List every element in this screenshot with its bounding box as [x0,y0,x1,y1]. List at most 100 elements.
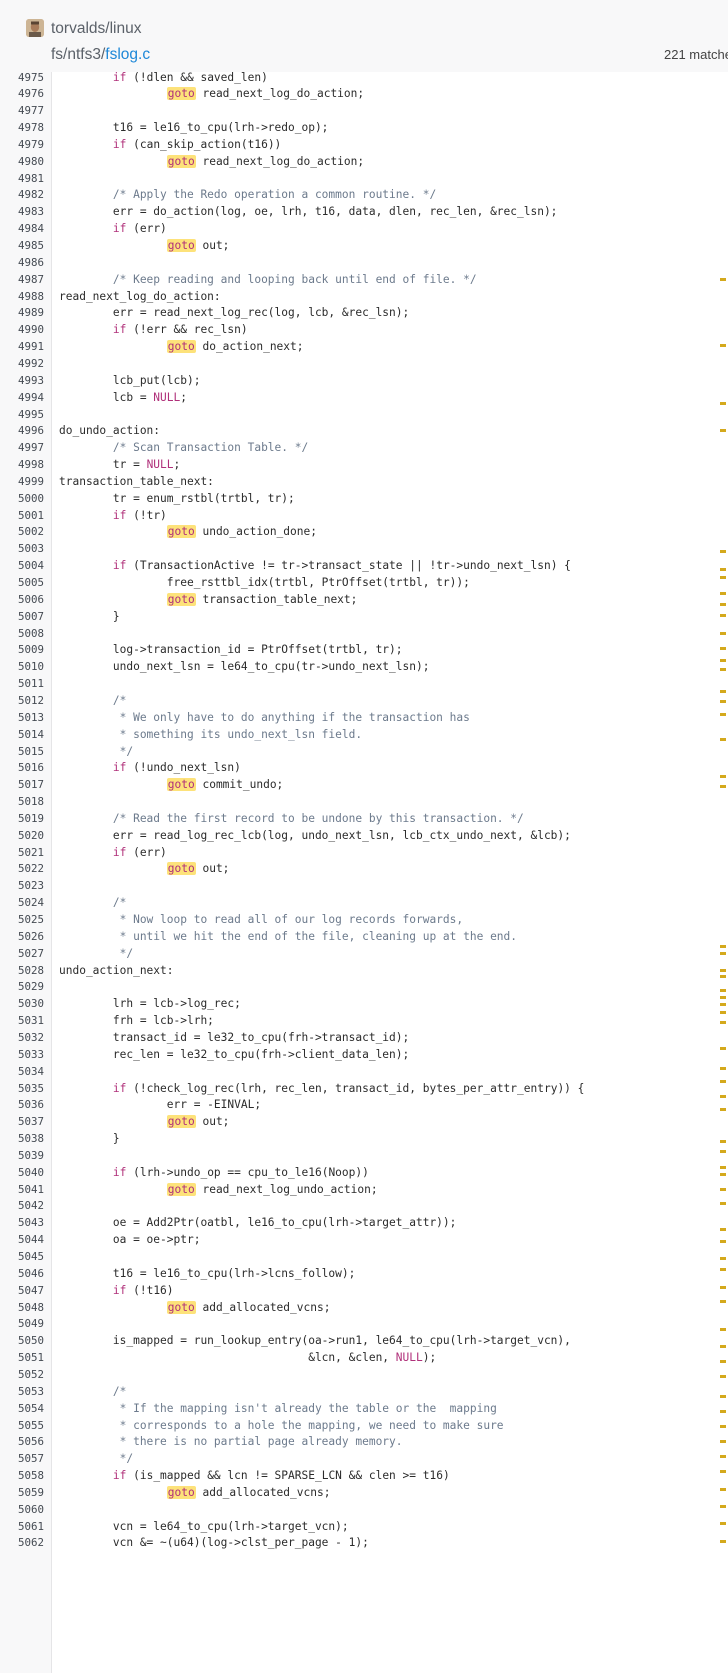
match-marker[interactable] [720,775,726,778]
line-number[interactable]: 5062 [0,1534,44,1552]
match-marker[interactable] [720,1257,726,1260]
line-number[interactable]: 5048 [0,1299,44,1317]
line-number[interactable]: 4979 [0,136,44,154]
line-number[interactable]: 5000 [0,490,44,508]
line-number[interactable]: 5017 [0,776,44,794]
match-marker[interactable] [720,429,726,432]
line-number[interactable]: 4988 [0,288,44,306]
match-marker[interactable] [720,1505,726,1508]
line-number[interactable]: 5027 [0,945,44,963]
line-number[interactable]: 4991 [0,338,44,356]
match-marker[interactable] [720,700,726,703]
line-number[interactable]: 5009 [0,641,44,659]
match-marker[interactable] [720,1345,726,1348]
line-number[interactable]: 5051 [0,1349,44,1367]
path-file-link[interactable]: fslog.c [105,46,150,63]
match-marker[interactable] [720,603,726,606]
line-number[interactable]: 5042 [0,1197,44,1215]
line-number[interactable]: 4999 [0,473,44,491]
line-number[interactable]: 5008 [0,625,44,643]
path-dir-link[interactable]: fs/ntfs3/ [51,46,105,63]
line-number[interactable]: 5041 [0,1181,44,1199]
line-number[interactable]: 5020 [0,827,44,845]
search-match-goto[interactable]: goto [166,592,196,606]
match-marker[interactable] [720,278,726,281]
line-number[interactable]: 5059 [0,1484,44,1502]
line-number[interactable]: 5029 [0,978,44,996]
match-marker[interactable] [720,989,726,992]
line-number[interactable]: 4996 [0,422,44,440]
match-marker[interactable] [720,738,726,741]
line-number[interactable]: 5047 [0,1282,44,1300]
line-number[interactable]: 4977 [0,102,44,120]
line-number[interactable]: 5044 [0,1231,44,1249]
line-number[interactable]: 5016 [0,759,44,777]
match-marker[interactable] [720,1011,726,1014]
match-marker[interactable] [720,1095,726,1098]
match-marker[interactable] [720,1150,726,1153]
search-match-goto[interactable]: goto [166,778,196,792]
line-number[interactable]: 5006 [0,591,44,609]
search-match-goto[interactable]: goto [166,525,196,539]
line-number[interactable]: 5036 [0,1096,44,1114]
line-number[interactable]: 4975 [0,69,44,87]
match-marker[interactable] [720,1328,726,1331]
line-number[interactable]: 5002 [0,523,44,541]
match-marker[interactable] [720,1166,726,1169]
line-number[interactable]: 5003 [0,540,44,558]
line-number[interactable]: 5057 [0,1450,44,1468]
line-number[interactable]: 5032 [0,1029,44,1047]
line-number[interactable]: 4998 [0,456,44,474]
match-marker[interactable] [720,1228,726,1231]
line-number[interactable]: 5010 [0,658,44,676]
search-match-goto[interactable]: goto [166,340,196,354]
line-number[interactable]: 5037 [0,1113,44,1131]
match-marker[interactable] [720,1425,726,1428]
match-marker[interactable] [720,402,726,405]
match-marker[interactable] [720,1240,726,1243]
match-marker[interactable] [720,1067,726,1070]
line-number[interactable]: 5013 [0,709,44,727]
line-number[interactable]: 5049 [0,1315,44,1333]
match-marker[interactable] [720,1455,726,1458]
match-marker[interactable] [720,614,726,617]
match-marker[interactable] [720,1140,726,1143]
line-number[interactable]: 5043 [0,1214,44,1232]
line-number[interactable]: 5019 [0,810,44,828]
line-number[interactable]: 4976 [0,85,44,103]
match-marker[interactable] [720,1440,726,1443]
line-number[interactable]: 4984 [0,220,44,238]
match-scrollbar[interactable] [720,72,728,1673]
line-number[interactable]: 5026 [0,928,44,946]
line-number[interactable]: 5023 [0,877,44,895]
line-number[interactable]: 5045 [0,1248,44,1266]
match-marker[interactable] [720,1188,726,1191]
line-number[interactable]: 4987 [0,271,44,289]
line-number[interactable]: 5050 [0,1332,44,1350]
repo-name-link[interactable]: torvalds/linux [51,20,141,38]
match-marker[interactable] [720,969,726,972]
line-number[interactable]: 5005 [0,574,44,592]
match-marker[interactable] [720,576,726,579]
line-number[interactable]: 5034 [0,1063,44,1081]
line-number[interactable]: 4992 [0,355,44,373]
line-number[interactable]: 5018 [0,793,44,811]
search-match-goto[interactable]: goto [166,87,196,101]
line-number[interactable]: 4978 [0,119,44,137]
line-number[interactable]: 5056 [0,1433,44,1451]
match-marker[interactable] [720,1375,726,1378]
match-marker[interactable] [720,690,726,693]
match-marker[interactable] [720,1300,726,1303]
line-number[interactable]: 5007 [0,608,44,626]
match-marker[interactable] [720,945,726,948]
line-number[interactable]: 4982 [0,186,44,204]
match-marker[interactable] [720,1202,726,1205]
match-marker[interactable] [720,659,726,662]
line-number[interactable]: 4989 [0,304,44,322]
line-number[interactable]: 4997 [0,439,44,457]
match-marker[interactable] [720,1173,726,1176]
search-match-goto[interactable]: goto [166,1485,196,1499]
line-number[interactable]: 5058 [0,1467,44,1485]
line-number[interactable]: 5011 [0,675,44,693]
line-number[interactable]: 5039 [0,1147,44,1165]
